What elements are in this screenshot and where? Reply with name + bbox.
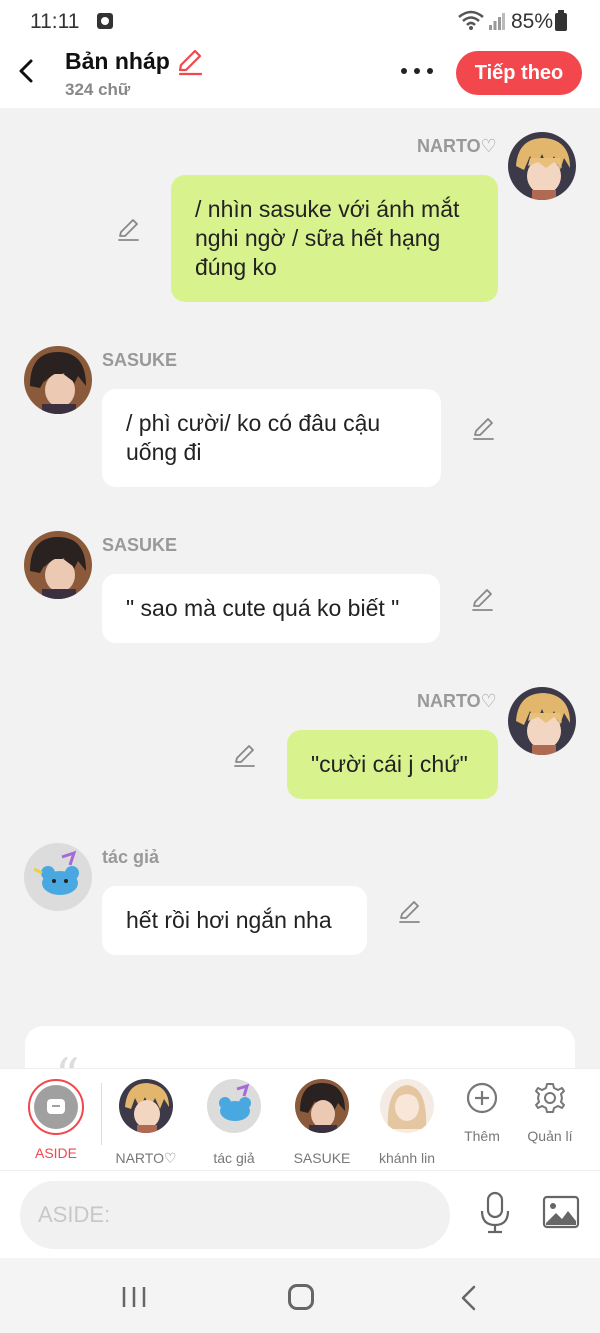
message-bubble[interactable]: "cười cái j chứ" (287, 730, 498, 799)
battery-percent: 85% (511, 10, 554, 33)
character-sasuke[interactable]: SASUKE (277, 1079, 367, 1166)
manage-label: Quản lí (527, 1128, 573, 1144)
edit-message-icon[interactable] (397, 898, 423, 924)
message-bubble[interactable]: hết rồi hơi ngắn nha (102, 886, 367, 955)
avatar-khanh-lin (380, 1079, 434, 1133)
aside-icon (47, 1099, 65, 1114)
sender-name: SASUKE (102, 350, 178, 370)
wifi-icon (458, 10, 484, 30)
home-icon[interactable] (288, 1284, 314, 1310)
system-nav-bar (0, 1258, 600, 1333)
edit-message-icon[interactable] (471, 415, 497, 441)
message-input[interactable] (20, 1181, 450, 1249)
image-icon[interactable] (542, 1195, 580, 1229)
message-bubble[interactable]: " sao mà cute quá ko biết " (102, 574, 440, 643)
manage-characters-button[interactable]: Quản lí (515, 1081, 585, 1144)
microphone-icon[interactable] (478, 1191, 512, 1235)
aside-avatar (28, 1079, 84, 1135)
character-label: NARTO♡ (115, 1150, 177, 1166)
avatar-author[interactable] (24, 843, 92, 911)
avatar-sasuke[interactable] (24, 531, 92, 599)
avatar-sasuke[interactable] (24, 346, 92, 414)
plus-icon (466, 1082, 498, 1114)
sender-name: tác giả (102, 847, 160, 867)
system-back-icon[interactable] (458, 1284, 480, 1312)
notification-icon (97, 13, 113, 29)
edit-message-icon[interactable] (470, 586, 496, 612)
page-title: Bản nháp (65, 48, 170, 74)
gear-icon (535, 1083, 565, 1113)
edit-message-icon[interactable] (232, 742, 258, 768)
pencil-icon[interactable] (176, 48, 204, 76)
word-count: 324 chữ (65, 80, 131, 99)
chat-area[interactable]: NARTO♡ / nhìn sasuke với ánh mắt nghi ng… (0, 108, 600, 1104)
edit-message-icon[interactable] (116, 216, 142, 242)
avatar-sasuke (295, 1079, 349, 1133)
recent-apps-icon[interactable] (121, 1286, 147, 1308)
character-label: ASIDE (34, 1145, 77, 1161)
avatar-narto (119, 1079, 173, 1133)
sender-name: NARTO♡ (417, 136, 497, 156)
sender-name: SASUKE (102, 535, 178, 555)
sender-name: NARTO♡ (417, 691, 497, 711)
more-icon[interactable] (398, 62, 436, 80)
back-arrow-icon[interactable] (12, 54, 42, 88)
character-label: tác giả (213, 1150, 255, 1166)
character-author[interactable]: tác giả (189, 1079, 279, 1166)
character-label: khánh lin (378, 1150, 436, 1166)
status-time: 11:11 (30, 10, 80, 33)
character-narto[interactable]: NARTO♡ (101, 1079, 191, 1167)
signal-icon (489, 13, 505, 30)
character-khanh-lin[interactable]: khánh lin (362, 1079, 452, 1166)
character-aside[interactable]: ASIDE (11, 1079, 101, 1161)
app-header: Bản nháp 324 chữ Tiếp theo (0, 42, 600, 108)
battery-icon (555, 10, 567, 31)
message-bubble[interactable]: / phì cười/ ko có đâu cậu uống đi (102, 389, 441, 487)
character-label: SASUKE (293, 1150, 351, 1166)
avatar-author (207, 1079, 261, 1133)
next-button[interactable]: Tiếp theo (456, 51, 582, 95)
add-label: Thêm (464, 1128, 500, 1144)
avatar-narto[interactable] (508, 132, 576, 200)
message-bubble[interactable]: / nhìn sasuke với ánh mắt nghi ngờ / sữa… (171, 175, 498, 302)
character-bar: ASIDE NARTO♡ tác giả SASUKE khánh lin Th… (0, 1068, 600, 1170)
avatar-narto[interactable] (508, 687, 576, 755)
add-character-button[interactable]: Thêm (447, 1081, 517, 1144)
composer-bar (0, 1170, 600, 1258)
status-bar: 11:11 85% (0, 0, 600, 42)
